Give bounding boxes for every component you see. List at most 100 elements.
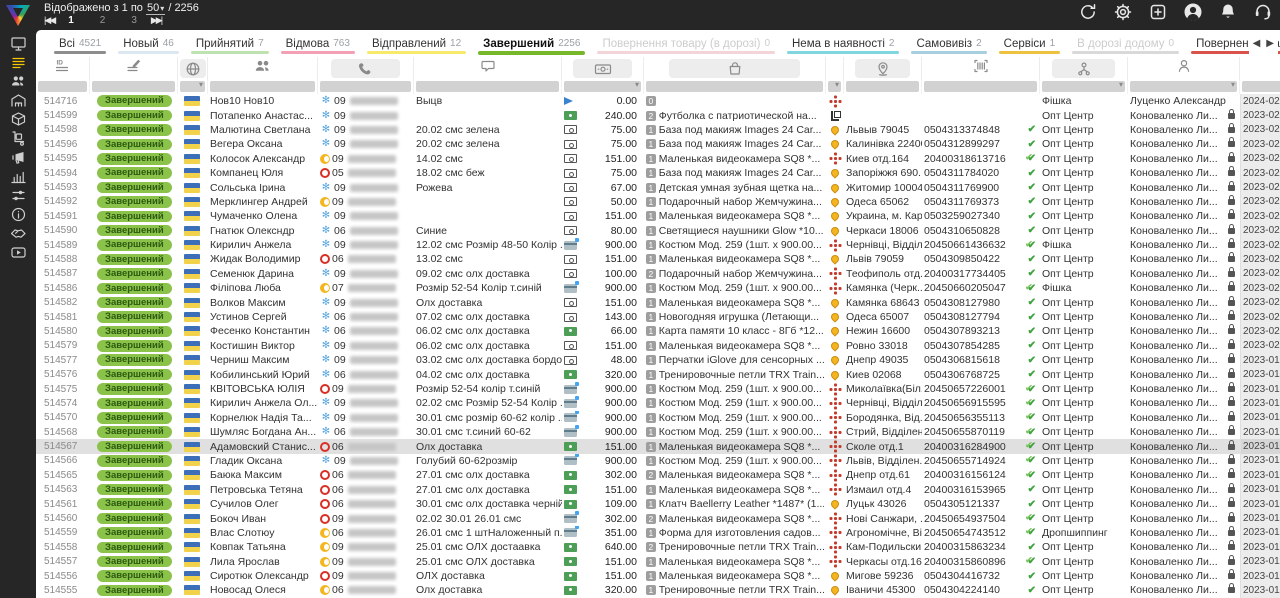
support-headset-button[interactable] — [1252, 3, 1274, 25]
filter-input[interactable] — [92, 81, 175, 92]
table-row[interactable]: 514581ЗавершенийУстинов Сергей✻0607.02 с… — [36, 310, 1280, 324]
table-row[interactable]: 514587ЗавершенийСеменюк Дарина✻0909.02 с… — [36, 267, 1280, 281]
table-row[interactable]: 514555ЗавершенийНовосад Олеся06Олх доста… — [36, 583, 1280, 597]
table-row[interactable]: 514593ЗавершенийСольська Ірина✻09Рожева6… — [36, 180, 1280, 194]
table-row[interactable]: 514563ЗавершенийПетровська Тетяна0627.01… — [36, 483, 1280, 497]
status-tab[interactable]: Всі4521 — [48, 30, 112, 57]
tab-scroll-left-icon[interactable]: ◀ — [1253, 38, 1261, 49]
status-tab[interactable]: Завершений2256 — [472, 30, 591, 57]
table-row[interactable]: 514595ЗавершенийКолосок Александр0914.02… — [36, 152, 1280, 166]
status-tab[interactable]: Новый46 — [112, 30, 185, 57]
status-tab[interactable]: В дорозі додому0 — [1066, 30, 1185, 57]
table-row[interactable]: 514596ЗавершенийВегера Оксана✻0920.02 см… — [36, 137, 1280, 151]
column-header-status[interactable] — [90, 57, 178, 80]
column-header-date[interactable] — [1240, 57, 1280, 80]
sidebar-item-statistics-chart[interactable] — [0, 169, 36, 188]
settings-gear-button[interactable] — [1112, 3, 1134, 25]
column-header-delivery-point[interactable] — [826, 57, 844, 80]
table-row[interactable]: 514558ЗавершенийКовпак Татьяна0925.01 см… — [36, 540, 1280, 554]
column-header-customer[interactable] — [208, 57, 318, 80]
last-page-button[interactable]: ▶▶| — [151, 15, 161, 26]
filter-input[interactable] — [646, 81, 823, 92]
table-row[interactable]: 514556ЗавершенийСиротюк Олександр09ОЛХ д… — [36, 569, 1280, 583]
sidebar-item-clients-people[interactable] — [0, 74, 36, 93]
status-tab[interactable]: Повернення товару (в дорозі)0 — [591, 30, 781, 57]
table-row[interactable]: 514580ЗавершенийФесенко Константин✻0606.… — [36, 324, 1280, 338]
column-header-manager[interactable] — [1128, 57, 1240, 80]
table-row[interactable]: 514566ЗавершенийГладик Оксана✻09Голубий … — [36, 454, 1280, 468]
refresh-button[interactable] — [1077, 3, 1099, 25]
table-row[interactable]: 514567ЗавершенийАдамовский Станис...06Ол… — [36, 439, 1280, 453]
filter-input[interactable] — [846, 81, 919, 92]
status-tab[interactable]: Нема в наявності2 — [781, 30, 905, 57]
filter-input[interactable] — [924, 81, 1037, 92]
filter-input[interactable] — [320, 81, 411, 92]
filter-input[interactable] — [38, 81, 87, 92]
filter-input[interactable] — [1130, 81, 1237, 92]
page-number-button[interactable]: 3 — [131, 15, 137, 26]
status-tab[interactable]: Самовивіз2 — [905, 30, 992, 57]
table-row[interactable]: 514716ЗавершенийНов10 Нов10✻09Выцв0.000Ф… — [36, 94, 1280, 108]
column-header-phone[interactable] — [318, 57, 414, 80]
first-page-button[interactable]: |◀◀ — [44, 15, 54, 26]
table-row[interactable]: 514599ЗавершенийПотапенко Анастас...✻092… — [36, 108, 1280, 122]
page-number-button[interactable]: 2 — [100, 15, 106, 26]
user-avatar-button[interactable] — [1182, 3, 1204, 25]
table-row[interactable]: 514576ЗавершенийКобилинський Юрий✻0604.0… — [36, 367, 1280, 381]
sidebar-item-products-cube[interactable] — [0, 112, 36, 131]
column-header-products[interactable] — [644, 57, 826, 80]
table-row[interactable]: 514570ЗавершенийКорнелюк Надія Та...✻093… — [36, 411, 1280, 425]
table-row[interactable]: 514568ЗавершенийШумляс Богдана Ан...✻063… — [36, 425, 1280, 439]
page-number-button[interactable]: 1 — [68, 15, 74, 26]
column-header-city[interactable] — [844, 57, 922, 80]
tab-scroll-right-icon[interactable]: ▶ — [1266, 38, 1274, 49]
filter-input[interactable] — [828, 81, 841, 92]
filter-input[interactable] — [416, 81, 559, 92]
table-row[interactable]: 514586ЗавершенийФіліпова Люба07Розмір 52… — [36, 281, 1280, 295]
table-row[interactable]: 514588ЗавершенийЖидак Володимир0613.02 с… — [36, 252, 1280, 266]
sidebar-item-warehouse[interactable] — [0, 93, 36, 112]
table-row[interactable]: 514594ЗавершенийКомпанец Юля0518.02 смс … — [36, 166, 1280, 180]
column-header-ttn[interactable] — [922, 57, 1040, 80]
column-header-id[interactable]: ID — [36, 57, 90, 80]
table-row[interactable]: 514560ЗавершенийБокоч Иван0902.02 30.01 … — [36, 511, 1280, 525]
filter-input[interactable] — [564, 81, 641, 92]
sidebar-item-partners-handshake[interactable] — [0, 226, 36, 245]
filter-input[interactable] — [1242, 81, 1280, 92]
notifications-bell-button[interactable] — [1217, 3, 1239, 25]
table-row[interactable]: 514590ЗавершенийГнатюк Олексндр✻06Синие8… — [36, 224, 1280, 238]
filter-input[interactable] — [180, 81, 205, 92]
filter-input[interactable] — [1042, 81, 1125, 92]
sidebar-item-orders-list[interactable] — [0, 55, 36, 74]
table-row[interactable]: 514592ЗавершенийМерклингер Андрей0950.00… — [36, 195, 1280, 209]
table-row[interactable]: 514589ЗавершенийКирилич Анжела✻0912.02 с… — [36, 238, 1280, 252]
sidebar-item-dashboard-monitor[interactable] — [0, 36, 36, 55]
status-tab[interactable]: Відправлений12 — [361, 30, 472, 57]
table-row[interactable]: 514579ЗавершенийКостишин Виктор✻0906.02 … — [36, 339, 1280, 353]
column-header-payment[interactable] — [562, 57, 644, 80]
table-row[interactable]: 514582ЗавершенийВолков Максим✻09Олх дост… — [36, 295, 1280, 309]
table-row[interactable]: 514598ЗавершенийМалютина Светлана✻0920.0… — [36, 123, 1280, 137]
per-page-dropdown[interactable]: 50 — [146, 2, 165, 15]
table-row[interactable]: 514565ЗавершенийБаюка Максим0627.01 смс … — [36, 468, 1280, 482]
sidebar-item-info[interactable] — [0, 207, 36, 226]
sidebar-item-settings-sliders[interactable] — [0, 188, 36, 207]
status-tab[interactable]: Відмова763 — [275, 30, 361, 57]
sidebar-item-dropshipping-handtruck[interactable] — [0, 131, 36, 150]
table-row[interactable]: 514561ЗавершенийСучилов Олег0630.01 смс … — [36, 497, 1280, 511]
filter-input[interactable] — [210, 81, 315, 92]
table-row[interactable]: 514575ЗавершенийКВІТОВСЬКА ЮЛІЯ09Розмір … — [36, 382, 1280, 396]
table-row[interactable]: 514574ЗавершенийКирилич Анжела Ол...✻090… — [36, 396, 1280, 410]
status-tab[interactable]: Сервіси1 — [993, 30, 1067, 57]
app-logo-icon[interactable] — [6, 5, 30, 26]
table-row[interactable]: 514577ЗавершенийЧерниш Максим✻0903.02 см… — [36, 353, 1280, 367]
table-row[interactable]: 514591ЗавершенийЧумаченко Олена✻09151.00… — [36, 209, 1280, 223]
table-row[interactable]: 514557ЗавершенийЛила Ярослав0925.01 смс … — [36, 555, 1280, 569]
sidebar-item-marketing-megaphone[interactable] — [0, 150, 36, 169]
status-tab[interactable]: Прийнятий7 — [185, 30, 275, 57]
sidebar-item-video-tutorials[interactable] — [0, 245, 36, 264]
column-header-country[interactable] — [178, 57, 208, 80]
column-header-client[interactable] — [1040, 57, 1128, 80]
add-order-button[interactable] — [1147, 3, 1169, 25]
column-header-comment[interactable] — [414, 57, 562, 80]
